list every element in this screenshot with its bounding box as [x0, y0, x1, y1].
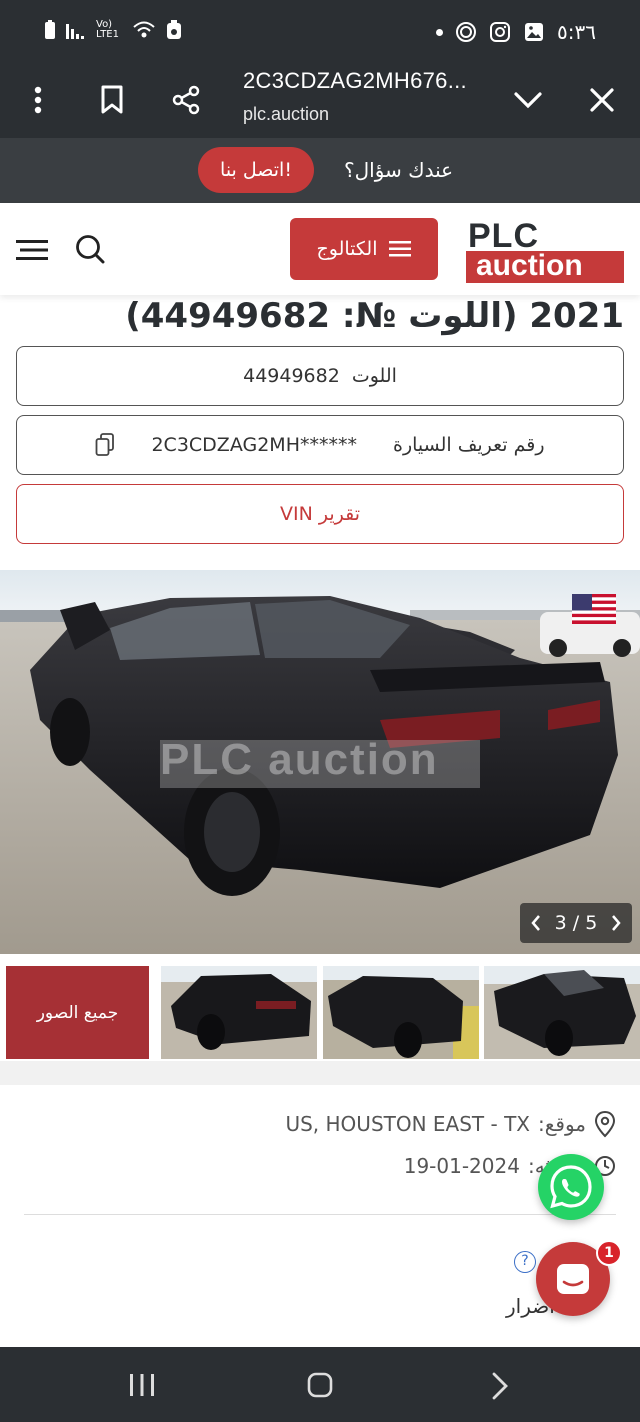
- gallery-icon: [525, 23, 544, 41]
- thumbnail-2[interactable]: [323, 966, 479, 1059]
- thumbnail-strip: جميع الصور: [0, 965, 640, 1060]
- spiral-app-icon: [456, 22, 477, 42]
- battery-icon: [45, 20, 55, 39]
- thumbnail-3[interactable]: [484, 966, 640, 1059]
- vin-report-button[interactable]: تقرير VIN: [16, 484, 624, 544]
- chevron-down-icon[interactable]: [508, 80, 548, 120]
- question-bar: عندك سؤال؟: [0, 138, 640, 203]
- page-url[interactable]: plc.auction: [243, 104, 329, 125]
- instagram-icon: [490, 22, 511, 42]
- search-icon[interactable]: [74, 233, 106, 265]
- copy-icon[interactable]: [95, 433, 115, 457]
- page-title[interactable]: 2C3CDZAG2MH676...: [243, 68, 467, 94]
- location-row: موقع: US, HOUSTON EAST - TX: [285, 1110, 616, 1138]
- vin-value: 2C3CDZAG2MH******: [151, 434, 357, 456]
- vin-label: رقم تعريف السيارة: [392, 434, 545, 456]
- all-photos-button[interactable]: جميع الصور: [6, 966, 149, 1059]
- notification-dot-icon: [436, 28, 444, 36]
- list-icon: [389, 241, 412, 257]
- clock: ٥:٣٦: [557, 20, 596, 44]
- thumbnail-1[interactable]: [161, 966, 317, 1059]
- vin-box: رقم تعريف السيارة 2C3CDZAG2MH******: [16, 415, 624, 475]
- location-value: US, HOUSTON EAST - TX: [285, 1112, 530, 1136]
- contact-us-button[interactable]: اتصل بنا!: [198, 147, 314, 193]
- bookmark-icon[interactable]: [92, 80, 132, 120]
- lot-number: 44949682: [243, 365, 340, 387]
- details-divider: [24, 1214, 616, 1215]
- section-divider: [0, 1061, 640, 1085]
- recent-apps-icon[interactable]: [128, 1373, 156, 1397]
- network-label: Vo) LTE1: [96, 19, 119, 40]
- status-bar: Vo) LTE1 ٥:٣٦: [0, 0, 640, 64]
- share-icon[interactable]: [166, 80, 206, 120]
- chevron-left-icon[interactable]: [530, 914, 542, 932]
- photo-counter: 3 / 5: [520, 903, 632, 943]
- whatsapp-button[interactable]: [538, 1154, 604, 1220]
- wifi-icon: [133, 21, 155, 38]
- home-icon[interactable]: [307, 1372, 333, 1398]
- system-nav-bar: [0, 1347, 640, 1422]
- location-pin-icon: [594, 1110, 616, 1138]
- catalog-label: الكتالوج: [316, 238, 378, 260]
- photo-watermark: PLC auction: [160, 735, 439, 784]
- car-photo[interactable]: PLC auction: [0, 570, 640, 954]
- plc-auction-logo[interactable]: PLC auction: [466, 217, 624, 283]
- signal-icon: [66, 24, 84, 39]
- logo-text-bottom: auction: [466, 251, 624, 283]
- more-vert-icon[interactable]: [18, 80, 58, 120]
- updated-value: 19-01-2024: [403, 1154, 520, 1178]
- question-text: عندك سؤال؟: [344, 158, 454, 182]
- whatsapp-icon: [550, 1165, 592, 1209]
- chat-unread-badge: 1: [596, 1240, 622, 1266]
- catalog-button[interactable]: الكتالوج: [290, 218, 438, 280]
- recycle-icon: [167, 20, 181, 39]
- location-label: موقع:: [538, 1112, 586, 1136]
- lot-heading: 2021 (اللوت №: 44949682): [125, 296, 624, 336]
- lot-number-box: اللوت 44949682: [16, 346, 624, 406]
- close-icon[interactable]: [582, 80, 622, 120]
- help-icon[interactable]: ?: [514, 1251, 536, 1273]
- hamburger-menu-icon[interactable]: [16, 239, 48, 261]
- us-flag-icon: [572, 594, 616, 624]
- back-icon[interactable]: [490, 1372, 510, 1400]
- photo-counter-text: 3 / 5: [554, 912, 598, 934]
- chevron-right-icon[interactable]: [610, 914, 622, 932]
- site-header: الكتالوج PLC auction: [0, 203, 640, 295]
- browser-toolbar: 2C3CDZAG2MH676... plc.auction: [0, 64, 640, 138]
- lot-label: اللوت: [351, 365, 397, 387]
